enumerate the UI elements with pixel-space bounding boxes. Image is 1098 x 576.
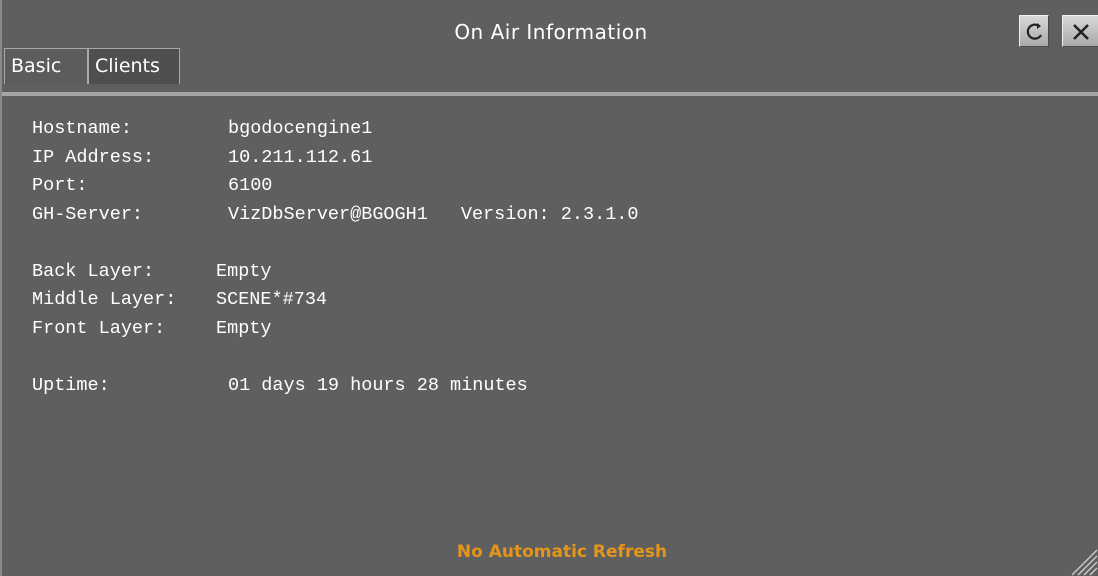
middle-layer-label: Middle Layer:: [32, 289, 177, 310]
tab-divider: [2, 92, 1098, 96]
back-layer-label: Back Layer:: [32, 260, 155, 282]
middle-layer-row: Middle Layer: SCENE*#734: [32, 286, 327, 315]
window-title: On Air Information: [454, 20, 648, 44]
uptime-label: Uptime:: [32, 374, 110, 396]
basic-info-panel: Hostname: bgodocengine1 IP Address: 10.2…: [32, 115, 639, 401]
version-label: Version:: [460, 203, 550, 225]
refresh-status: No Automatic Refresh: [456, 542, 668, 562]
gh-server-row: GH-Server: VizDbServer@BGOGH1 Version: 2.…: [32, 201, 639, 230]
close-button[interactable]: [1062, 15, 1098, 47]
version-value: 2.3.1.0: [560, 203, 639, 225]
front-layer-label: Front Layer:: [32, 317, 166, 339]
resize-grip-icon[interactable]: [1068, 546, 1098, 576]
port-row: Port: 6100: [32, 172, 272, 201]
refresh-button[interactable]: [1019, 15, 1049, 47]
hostname-row: Hostname: bgodocengine1: [32, 115, 372, 144]
refresh-icon: [1026, 23, 1042, 40]
port-label: Port:: [32, 175, 88, 196]
close-icon: [1073, 24, 1089, 40]
port-value: 6100: [228, 175, 273, 196]
ip-label: IP Address:: [32, 146, 155, 168]
hostname-value: bgodocengine1: [228, 118, 373, 139]
ip-value: 10.211.112.61: [228, 146, 373, 168]
title-bar[interactable]: On Air Information: [2, 0, 1098, 47]
tab-basic[interactable]: Basic: [4, 48, 88, 84]
uptime-value: 01 days 19 hours 28 minutes: [228, 374, 528, 396]
hostname-label: Hostname:: [32, 118, 132, 139]
ip-row: IP Address: 10.211.112.61: [32, 144, 372, 173]
tab-clients[interactable]: Clients: [88, 48, 180, 84]
gh-server-value: VizDbServer@BGOGH1 Version: 2.3.1.0: [228, 201, 639, 230]
back-layer-row: Back Layer: Empty: [32, 258, 272, 287]
on-air-information-window: On Air Information Basic Clients Hostnam…: [0, 0, 1098, 576]
back-layer-value: Empty: [216, 260, 272, 282]
gh-server-name: VizDbServer@BGOGH1: [228, 203, 428, 225]
gh-server-label: GH-Server:: [32, 203, 144, 225]
front-layer-row: Front Layer: Empty: [32, 315, 272, 344]
front-layer-value: Empty: [216, 317, 272, 339]
uptime-row: Uptime: 01 days 19 hours 28 minutes: [32, 372, 528, 401]
middle-layer-value: SCENE*#734: [216, 289, 328, 310]
